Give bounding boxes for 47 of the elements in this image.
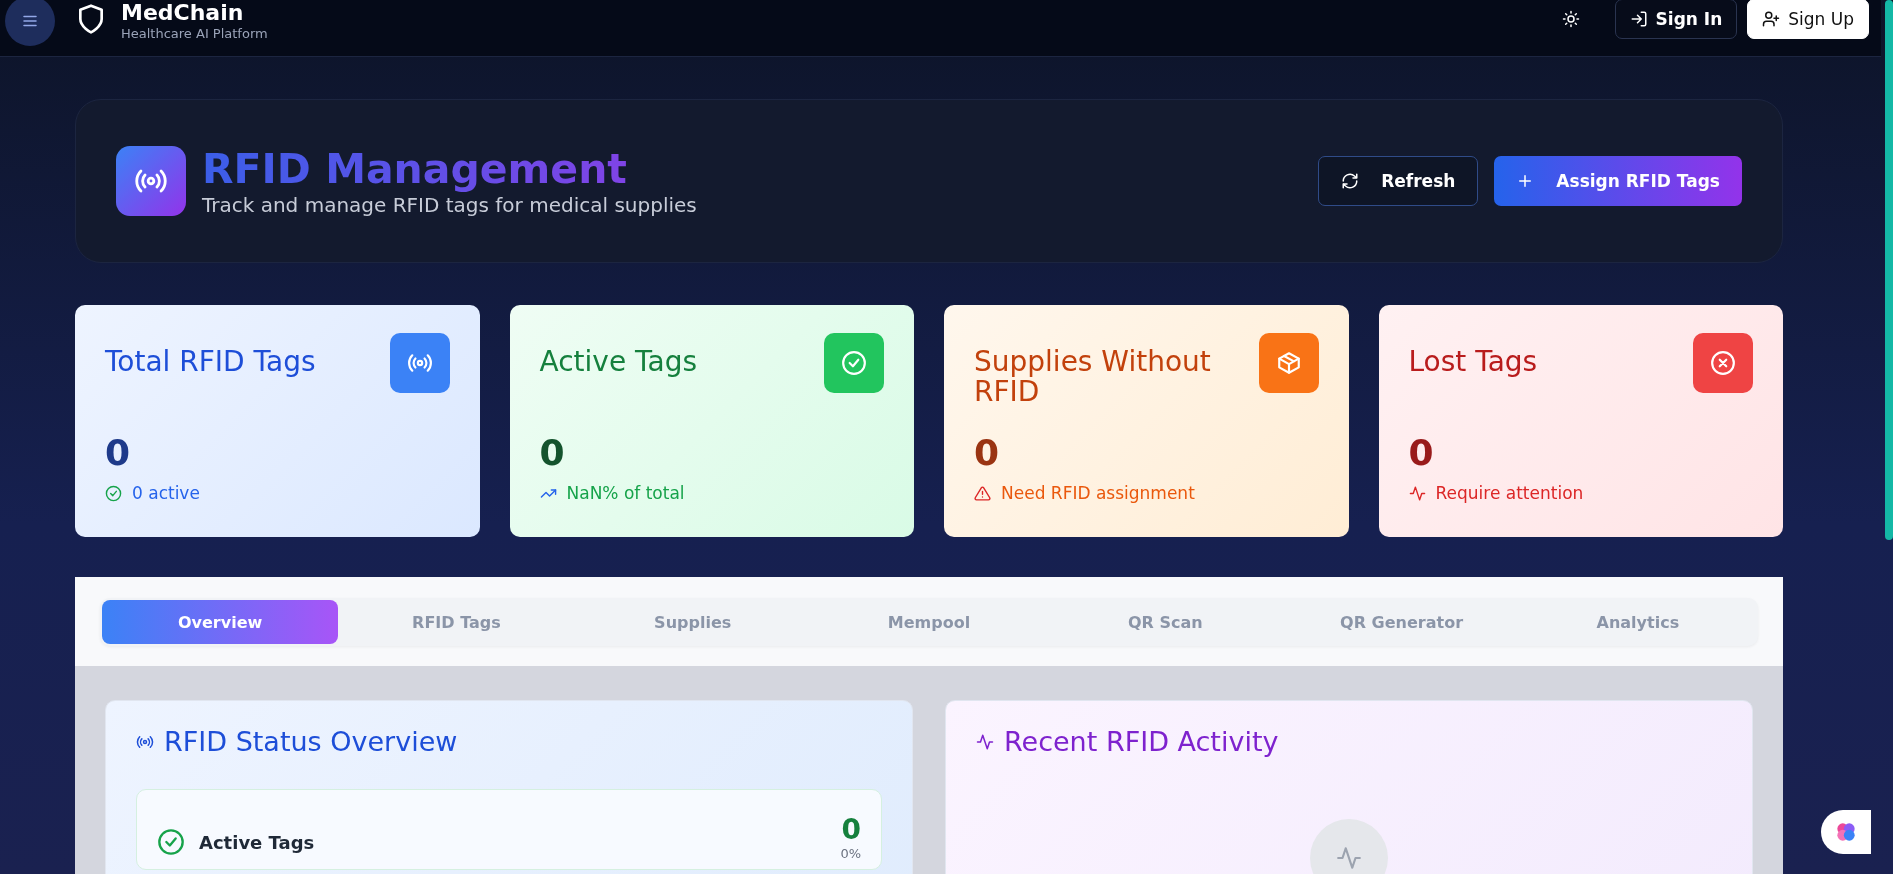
stat-note: Need RFID assignment <box>1001 483 1195 503</box>
pulse-icon <box>1408 484 1426 502</box>
refresh-button[interactable]: Refresh <box>1318 156 1479 206</box>
sign-up-button[interactable]: Sign Up <box>1747 0 1869 39</box>
tab[interactable]: Mempool <box>810 600 1048 644</box>
brand-tagline: Healthcare AI Platform <box>121 25 268 41</box>
rfid-logo-icon <box>116 146 186 216</box>
stat-value: 0 <box>974 431 1001 475</box>
menu-button[interactable] <box>5 0 55 46</box>
tab[interactable]: QR Scan <box>1047 600 1284 644</box>
sign-in-button[interactable]: Sign In <box>1614 0 1738 39</box>
page-subtitle: Track and manage RFID tags for medical supplies <box>202 193 697 217</box>
check-circle-icon <box>105 484 122 502</box>
package-icon <box>1258 333 1319 393</box>
tab[interactable]: Supplies <box>574 600 811 644</box>
stat-title: Active Tags <box>539 347 697 377</box>
panel-title: RFID Status Overview <box>164 725 458 759</box>
login-icon <box>1629 10 1648 28</box>
assign-rfid-button[interactable]: Assign RFID Tags <box>1494 156 1742 206</box>
stat-value: 0 <box>1408 431 1435 475</box>
panel-title: Recent RFID Activity <box>1004 725 1279 759</box>
user-plus-icon <box>1762 10 1781 28</box>
stat-note: NaN% of total <box>566 483 685 503</box>
brand-name: MedChain <box>121 0 245 26</box>
tab[interactable]: RFID Tags <box>338 600 575 644</box>
status-count: 0 <box>840 814 861 846</box>
sun-icon <box>1561 10 1580 28</box>
stat-title: Supplies Without RFID <box>974 347 1212 407</box>
warning-icon <box>974 484 991 502</box>
tab[interactable]: QR Generator <box>1283 600 1520 644</box>
stat-title: Total RFID Tags <box>105 347 316 377</box>
stat-note: 0 active <box>132 483 200 503</box>
stat-value: 0 <box>539 431 566 475</box>
radio-waves-icon <box>136 733 154 751</box>
tab[interactable]: Analytics <box>1519 600 1756 644</box>
tab[interactable]: Overview <box>102 600 339 644</box>
status-label: Active Tags <box>199 831 315 853</box>
stat-value: 0 <box>105 431 132 475</box>
assistant-button[interactable] <box>1821 810 1871 854</box>
stat-note: Require attention <box>1435 483 1584 503</box>
refresh-icon <box>1341 172 1360 190</box>
scrollbar-thumb[interactable] <box>1885 0 1893 540</box>
radio-waves-icon <box>389 333 450 393</box>
stat-title: Lost Tags <box>1408 347 1538 377</box>
status-percent: 0% <box>840 846 861 861</box>
check-circle-icon <box>157 828 185 856</box>
pulse-icon <box>976 733 994 751</box>
